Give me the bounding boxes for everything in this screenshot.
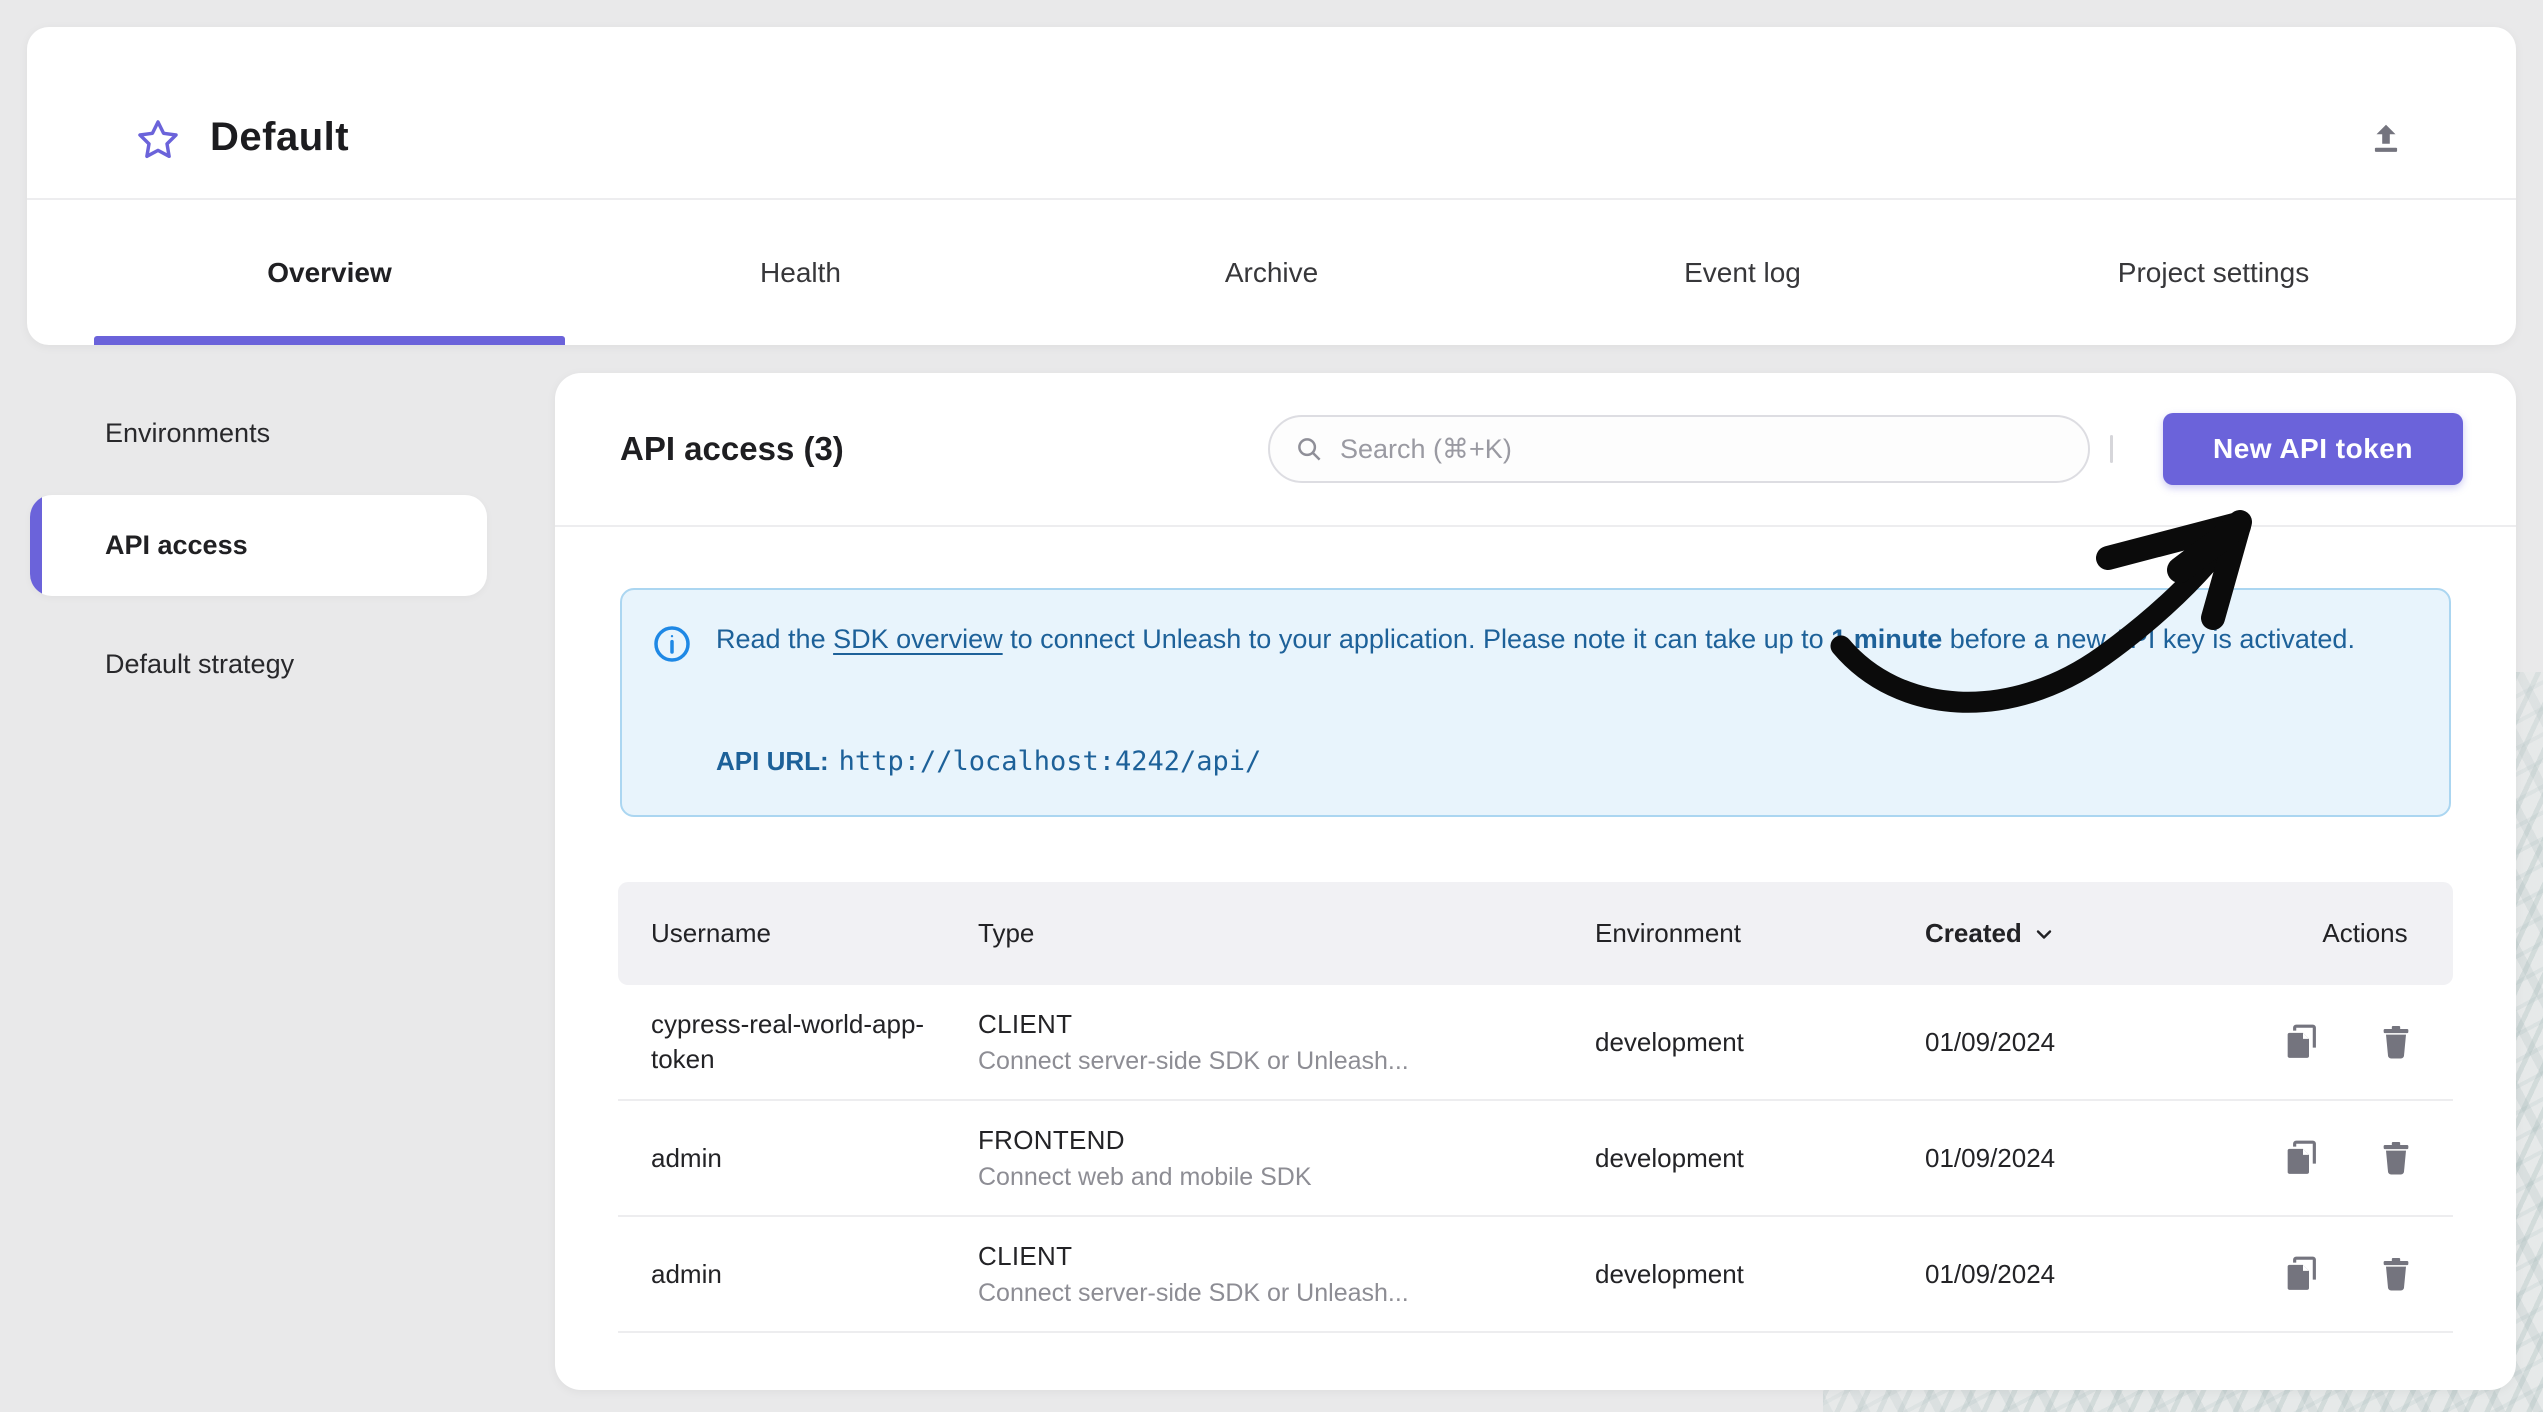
- copy-token-button[interactable]: [2281, 1138, 2321, 1178]
- alert-message: Read the SDK overview to connect Unleash…: [716, 618, 2396, 661]
- tab-health[interactable]: Health: [565, 200, 1036, 345]
- token-environment: development: [1595, 1026, 1744, 1057]
- api-url-label: API URL:: [716, 746, 829, 776]
- active-indicator-bar: [30, 495, 42, 596]
- token-environment: development: [1595, 1142, 1744, 1173]
- sidebar-item-environments[interactable]: Environments: [105, 418, 270, 449]
- token-created-date: 01/09/2024: [1925, 1026, 2056, 1057]
- column-header-type: Type: [978, 918, 1035, 948]
- token-type: CLIENT: [978, 1008, 1073, 1039]
- alert-text-segment: before a new API key is activated.: [1942, 624, 2355, 654]
- project-header: Default: [27, 27, 2516, 200]
- api-access-panel: API access (3) New API token Read the SD…: [555, 373, 2516, 1390]
- token-environment: development: [1595, 1258, 1744, 1289]
- trash-icon: [2383, 1142, 2409, 1175]
- tab-archive[interactable]: Archive: [1036, 200, 1507, 345]
- page: Default Overview Health Archive Event log Pr…: [0, 0, 2543, 1412]
- table-header: Username Type Environment Created Action…: [618, 882, 2453, 985]
- trash-icon: [2383, 1258, 2409, 1291]
- sidebar-item-default-strategy[interactable]: Default strategy: [105, 649, 294, 680]
- copy-icon: [2287, 1140, 2316, 1174]
- project-window: Default Overview Health Archive Event log Pr…: [27, 27, 2516, 345]
- upload-icon[interactable]: [2366, 120, 2406, 160]
- column-header-created-sort[interactable]: Created: [1925, 918, 2277, 949]
- favorite-star-icon[interactable]: [135, 117, 181, 163]
- copy-icon: [2287, 1024, 2316, 1058]
- table-row: admin FRONTEND Connect web and mobile SD…: [618, 1101, 2453, 1217]
- alert-text-segment: 1 minute: [1831, 624, 1943, 654]
- token-created-date: 01/09/2024: [1925, 1142, 2056, 1173]
- token-username: admin: [651, 1258, 722, 1289]
- delete-token-button[interactable]: [2376, 1022, 2416, 1062]
- toolbar-divider: [2110, 435, 2113, 463]
- new-api-token-button[interactable]: New API token: [2163, 413, 2463, 485]
- tab-event-log[interactable]: Event log: [1507, 200, 1978, 345]
- chevron-down-icon: [2036, 929, 2052, 939]
- column-header-username: Username: [651, 918, 771, 948]
- section-divider: [555, 525, 2516, 527]
- sidebar-item-label: API access: [105, 530, 248, 560]
- tab-overview[interactable]: Overview: [94, 200, 565, 345]
- panel-title: API access (3): [620, 430, 844, 467]
- token-type: CLIENT: [978, 1240, 1073, 1271]
- tab-project-settings[interactable]: Project settings: [1978, 200, 2449, 345]
- token-created-date: 01/09/2024: [1925, 1258, 2056, 1289]
- copy-icon: [2287, 1256, 2316, 1290]
- token-username: cypress-real-world-app-token: [651, 1009, 925, 1074]
- trash-icon: [2383, 1026, 2409, 1059]
- column-header-environment: Environment: [1595, 918, 1741, 948]
- api-url-row: API URL: http://localhost:4242/api/: [716, 746, 1261, 777]
- api-tokens-table: Username Type Environment Created Action…: [618, 882, 2453, 1333]
- info-alert: Read the SDK overview to connect Unleash…: [620, 588, 2451, 817]
- copy-token-button[interactable]: [2281, 1254, 2321, 1294]
- table-row: cypress-real-world-app-token CLIENT Conn…: [618, 985, 2453, 1101]
- sdk-overview-link[interactable]: SDK overview: [833, 624, 1003, 654]
- search-input[interactable]: [1340, 433, 1980, 465]
- search-box[interactable]: [1268, 415, 2090, 483]
- alert-text-segment: to connect Unleash to your application. …: [1002, 624, 1832, 654]
- delete-token-button[interactable]: [2376, 1254, 2416, 1294]
- token-type-description: Connect server-side SDK or Unleash...: [978, 1278, 1409, 1307]
- delete-token-button[interactable]: [2376, 1138, 2416, 1178]
- column-header-actions: Actions: [2322, 918, 2408, 948]
- table-row: admin CLIENT Connect server-side SDK or …: [618, 1217, 2453, 1333]
- api-url-value: http://localhost:4242/api/: [838, 746, 1262, 777]
- table-body: cypress-real-world-app-token CLIENT Conn…: [618, 985, 2453, 1333]
- tab-bar: Overview Health Archive Event log Project se…: [94, 200, 2449, 345]
- copy-token-button[interactable]: [2281, 1022, 2321, 1062]
- token-type: FRONTEND: [978, 1124, 1125, 1155]
- sidebar-item-api-access[interactable]: API access: [30, 495, 487, 596]
- info-icon: [654, 626, 690, 662]
- alert-text-segment: Read the: [716, 624, 834, 654]
- token-type-description: Connect web and mobile SDK: [978, 1162, 1312, 1191]
- token-type-description: Connect server-side SDK or Unleash...: [978, 1046, 1409, 1075]
- token-username: admin: [651, 1142, 722, 1173]
- search-icon: [1298, 438, 1321, 461]
- project-title: Default: [210, 115, 350, 159]
